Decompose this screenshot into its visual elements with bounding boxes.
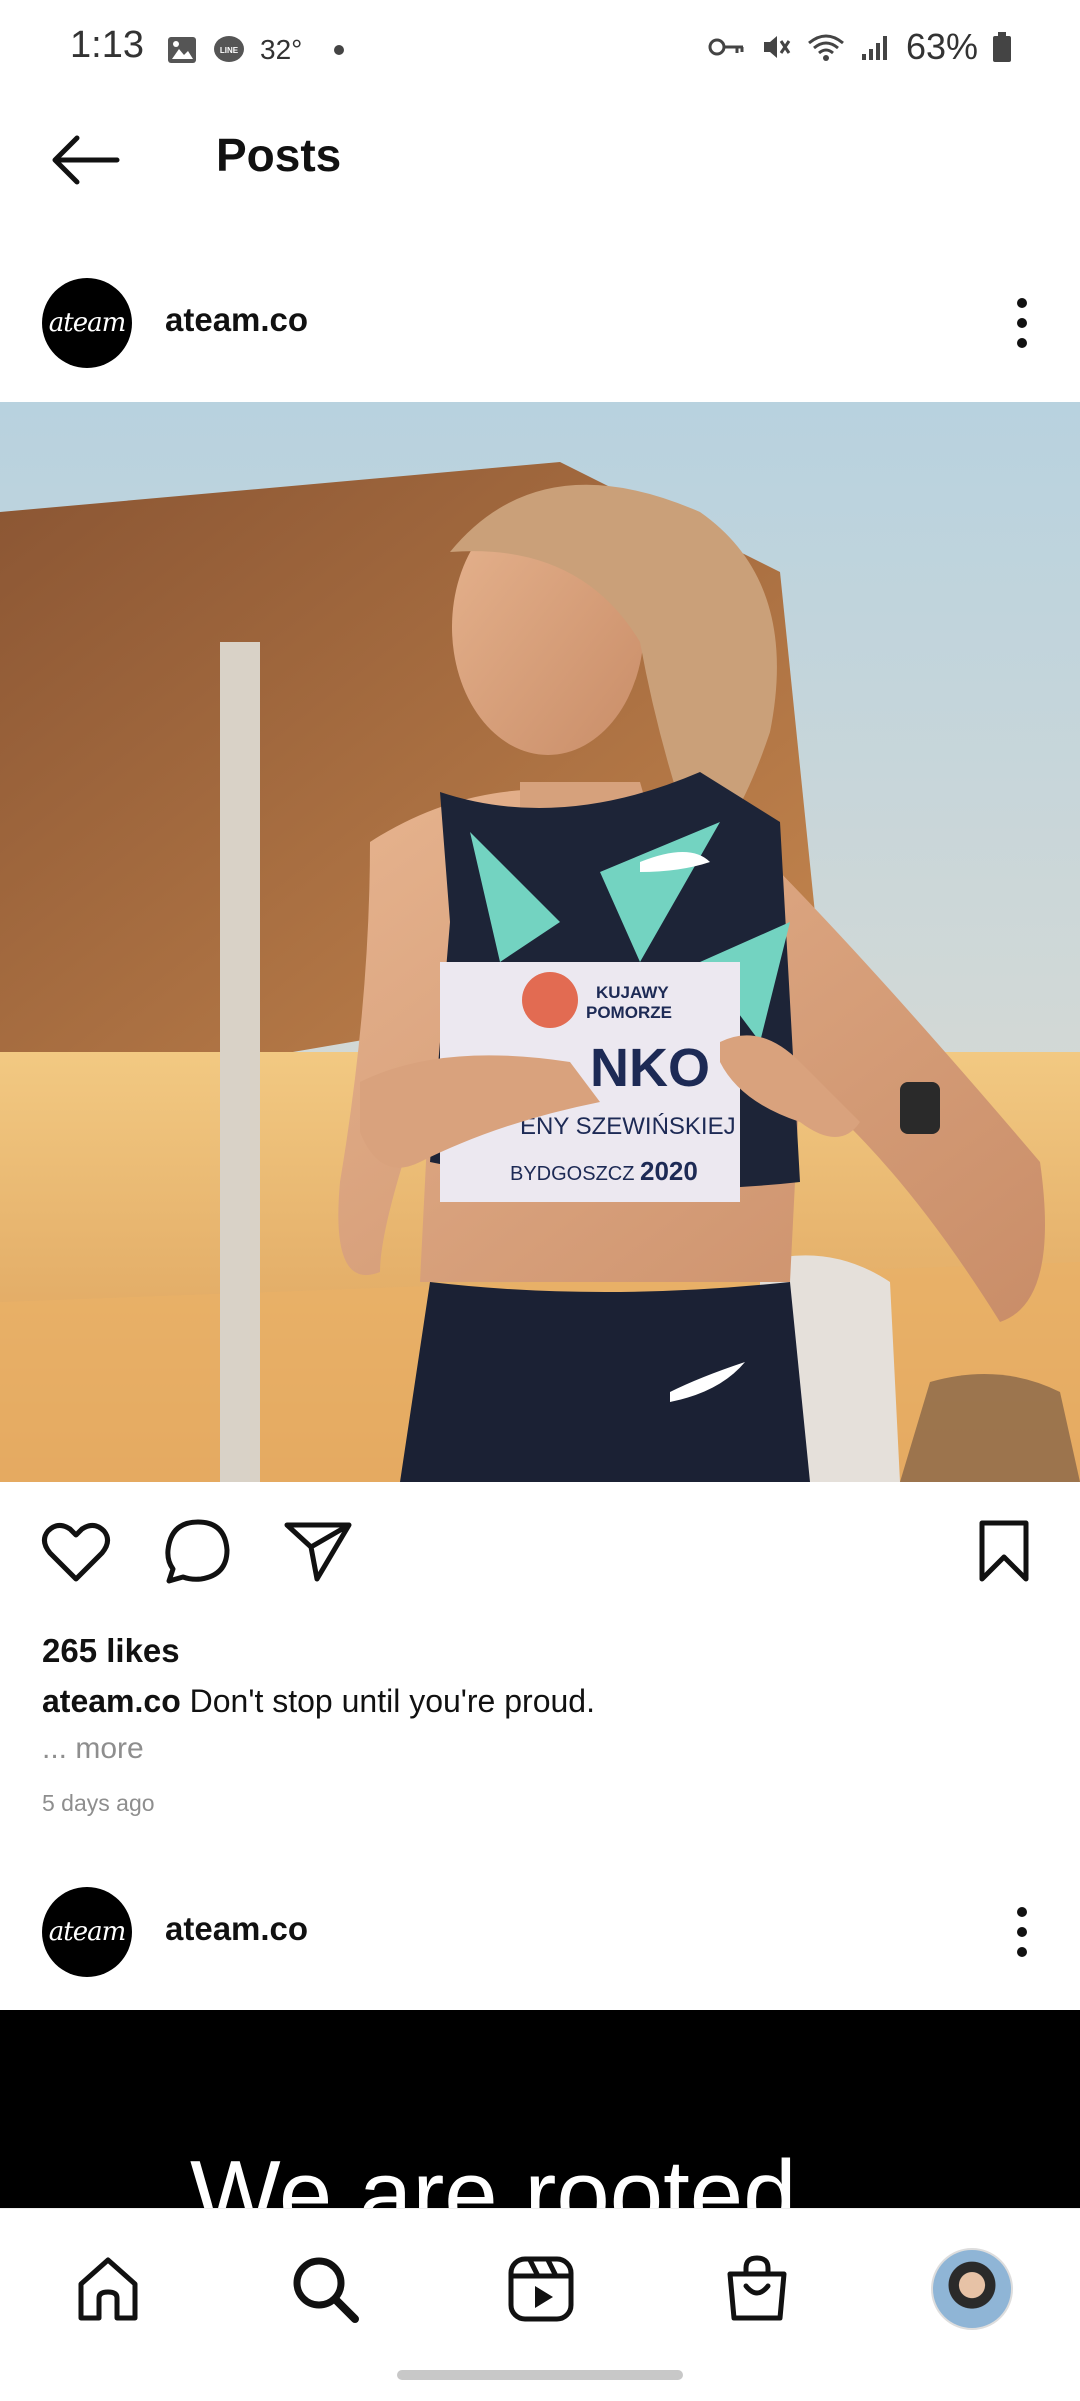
status-time: 1:13 — [70, 24, 144, 66]
more-dot-icon — [1017, 1927, 1027, 1937]
profile-avatar — [931, 2248, 1013, 2330]
post-timestamp: 5 days ago — [42, 1790, 155, 1816]
status-left-icons: LINE 32° — [166, 30, 345, 70]
more-dot-icon — [1017, 338, 1027, 348]
bib-name: NKO — [590, 1038, 710, 1098]
reels-icon — [508, 2256, 574, 2322]
gesture-navigation-bar[interactable] — [397, 2370, 683, 2380]
bookmark-icon — [979, 1520, 1029, 1582]
top-header: Posts — [0, 100, 1080, 220]
wifi-icon — [807, 34, 844, 61]
post-image-2-text: We are rooted — [190, 2141, 797, 2210]
bib-city: BYDGOSZCZ — [510, 1163, 634, 1185]
more-dot-icon — [1017, 1907, 1027, 1917]
search-icon — [293, 2257, 359, 2323]
heart-icon — [42, 1523, 110, 1582]
signal-icon — [861, 36, 887, 60]
comment-button[interactable] — [158, 1512, 238, 1592]
home-icon — [78, 2257, 138, 2321]
caption-username[interactable]: ateam.co — [42, 1683, 181, 1719]
post-header-2: ateam ateam.co — [0, 1867, 1080, 1997]
more-dot-icon — [1017, 298, 1027, 308]
page-title: Posts — [216, 129, 342, 181]
bib-year: 2020 — [640, 1156, 698, 1186]
back-button[interactable] — [40, 125, 130, 195]
avatar-logo-text: ateam — [48, 308, 126, 338]
bib-line-3: ENY SZEWIŃSKIEJ — [520, 1113, 736, 1140]
nav-shop-button[interactable] — [712, 2244, 802, 2334]
account-avatar[interactable]: ateam — [42, 1887, 132, 1977]
avatar-logo-text: ateam — [48, 1917, 126, 1947]
notification-dot — [334, 45, 345, 55]
post-username[interactable]: ateam.co — [165, 301, 308, 339]
svg-text:LINE: LINE — [220, 46, 239, 55]
post-image[interactable]: KUJAWY POMORZE NKO ENY SZEWIŃSKIEJ BYDGO… — [0, 402, 1080, 1482]
more-dot-icon — [1017, 318, 1027, 328]
post-username[interactable]: ateam.co — [165, 1910, 308, 1948]
post-caption: ateam.co Don't stop until you're proud. — [42, 1683, 595, 1720]
bib-line-1: KUJAWY — [596, 983, 669, 1002]
battery-icon — [993, 32, 1011, 62]
status-temperature: 32° — [260, 34, 303, 65]
line-app-icon: LINE — [214, 36, 244, 62]
post-options-button[interactable] — [992, 1892, 1052, 1972]
vpn-key-icon — [708, 38, 744, 56]
mute-icon — [763, 36, 791, 58]
send-paper-plane-icon — [284, 1522, 352, 1582]
post-image-2[interactable]: We are rooted — [0, 2010, 1080, 2210]
post-header: ateam ateam.co — [0, 258, 1080, 388]
bib-line-2: POMORZE — [586, 1003, 672, 1022]
save-button[interactable] — [964, 1512, 1044, 1592]
back-arrow-icon — [52, 135, 120, 185]
athlete-photo: KUJAWY POMORZE NKO ENY SZEWIŃSKIEJ BYDGO… — [0, 402, 1080, 1482]
post-options-button[interactable] — [992, 283, 1052, 363]
caption-more-link[interactable]: ... more — [42, 1732, 144, 1766]
battery-percentage: 63% — [905, 26, 978, 67]
post-actions — [0, 1490, 1080, 1620]
gallery-icon — [168, 37, 196, 63]
comment-bubble-icon — [165, 1519, 230, 1584]
like-count[interactable]: 265 likes — [42, 1632, 180, 1670]
nav-reels-button[interactable] — [496, 2244, 586, 2334]
nav-home-button[interactable] — [63, 2244, 153, 2334]
nav-profile-button[interactable] — [927, 2244, 1017, 2334]
like-button[interactable] — [36, 1512, 116, 1592]
nav-search-button[interactable] — [280, 2244, 370, 2334]
caption-text: Don't stop until you're proud. — [189, 1683, 595, 1719]
account-avatar[interactable]: ateam — [42, 278, 132, 368]
share-button[interactable] — [278, 1512, 358, 1592]
shopping-bag-icon — [727, 2255, 787, 2321]
more-dot-icon — [1017, 1947, 1027, 1957]
status-right-icons: 63% — [708, 26, 1012, 68]
status-bar: 1:13 LINE 32° 63% — [0, 0, 1080, 100]
